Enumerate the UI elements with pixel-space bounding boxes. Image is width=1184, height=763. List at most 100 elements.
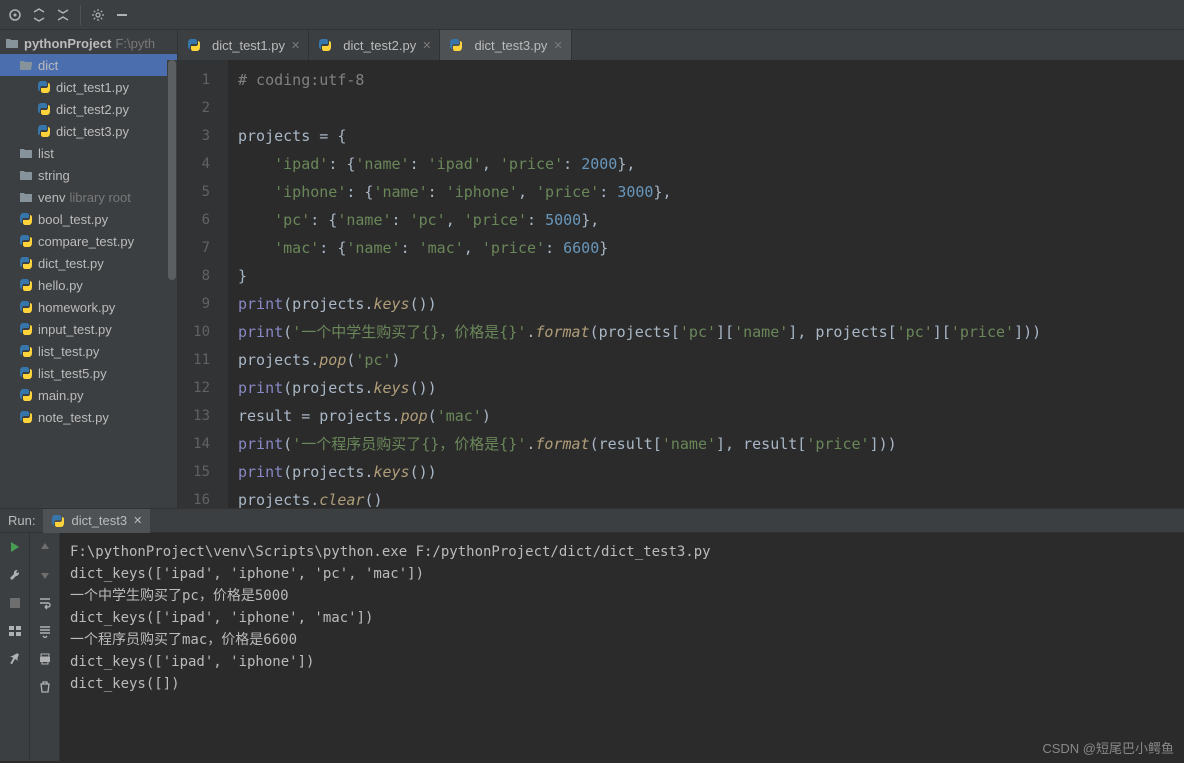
project-name: pythonProject [24, 36, 111, 51]
python-icon [18, 365, 34, 381]
tab-label: dict_test1.py [212, 38, 285, 53]
tree-label: note_test.py [38, 410, 109, 425]
stop-icon[interactable] [7, 595, 23, 611]
tree-file[interactable]: dict_test1.py [0, 76, 177, 98]
python-icon [186, 37, 202, 53]
tree-folder[interactable]: dict [0, 54, 177, 76]
tree-label: string [38, 168, 70, 183]
python-icon [317, 37, 333, 53]
close-icon[interactable]: ✕ [422, 39, 431, 52]
close-icon[interactable]: ✕ [553, 39, 562, 52]
tab-label: dict_test3.py [474, 38, 547, 53]
folder-icon [18, 57, 34, 73]
editor-tab[interactable]: dict_test2.py ✕ [309, 30, 440, 60]
python-icon [18, 211, 34, 227]
soft-wrap-icon[interactable] [37, 595, 53, 611]
run-label: Run: [8, 513, 35, 528]
tree-file[interactable]: hello.py [0, 274, 177, 296]
run-output[interactable]: F:\pythonProject\venv\Scripts\python.exe… [60, 533, 1184, 761]
tree-file[interactable]: dict_test3.py [0, 120, 177, 142]
pin-icon[interactable] [7, 651, 23, 667]
tree-label: homework.py [38, 300, 115, 315]
run-tab[interactable]: dict_test3 ✕ [43, 509, 150, 533]
python-icon [18, 277, 34, 293]
tree-file[interactable]: compare_test.py [0, 230, 177, 252]
tree-hint: library root [69, 190, 130, 205]
python-icon [36, 101, 52, 117]
scroll-to-end-icon[interactable] [37, 623, 53, 639]
python-icon [18, 409, 34, 425]
editor-tab[interactable]: dict_test3.py ✕ [440, 30, 571, 60]
tree-label: list_test5.py [38, 366, 107, 381]
run-header: Run: dict_test3 ✕ [0, 509, 1184, 533]
collapse-all-icon[interactable] [52, 4, 74, 26]
code-content[interactable]: # coding:utf-8 projects = { 'ipad': {'na… [228, 60, 1184, 508]
tree-file[interactable]: dict_test2.py [0, 98, 177, 120]
tree-label: list [38, 146, 54, 161]
wrench-icon[interactable] [7, 567, 23, 583]
expand-all-icon[interactable] [28, 4, 50, 26]
folder-icon [18, 189, 34, 205]
python-icon [18, 255, 34, 271]
python-icon [18, 343, 34, 359]
run-toolbar-outer [0, 533, 30, 761]
python-icon [18, 387, 34, 403]
tree-label: dict_test1.py [56, 80, 129, 95]
folder-icon [18, 167, 34, 183]
trash-icon[interactable] [37, 679, 53, 695]
run-panel: Run: dict_test3 ✕ F:\pythonProject\venv\… [0, 508, 1184, 761]
project-scrollbar[interactable] [167, 60, 177, 380]
run-tab-name: dict_test3 [71, 513, 127, 528]
layout-icon[interactable] [7, 623, 23, 639]
close-icon[interactable]: ✕ [291, 39, 300, 52]
tree-file[interactable]: homework.py [0, 296, 177, 318]
tree-label: dict_test.py [38, 256, 104, 271]
tree-label: input_test.py [38, 322, 112, 337]
folder-icon [4, 35, 20, 51]
tree-file[interactable]: note_test.py [0, 406, 177, 428]
tree-folder[interactable]: list [0, 142, 177, 164]
project-path: F:\pyth [115, 36, 155, 51]
python-icon [18, 233, 34, 249]
up-icon[interactable] [37, 539, 53, 555]
watermark: CSDN @短尾巴小鳄鱼 [1042, 738, 1174, 757]
settings-icon[interactable] [87, 4, 109, 26]
tree-label: compare_test.py [38, 234, 134, 249]
tree-label: hello.py [38, 278, 83, 293]
python-icon [18, 321, 34, 337]
editor-tabs: dict_test1.py✕dict_test2.py✕dict_test3.p… [178, 30, 1184, 60]
tree-folder[interactable]: venv library root [0, 186, 177, 208]
rerun-icon[interactable] [7, 539, 23, 555]
code-area[interactable]: 12345678910111213141516 # coding:utf-8 p… [178, 60, 1184, 508]
python-icon [448, 37, 464, 53]
python-icon [18, 299, 34, 315]
tree-label: bool_test.py [38, 212, 108, 227]
tree-label: dict_test3.py [56, 124, 129, 139]
top-toolbar [0, 0, 1184, 30]
down-icon[interactable] [37, 567, 53, 583]
tree-label: main.py [38, 388, 84, 403]
python-icon [51, 514, 65, 528]
select-opened-file-icon[interactable] [4, 4, 26, 26]
hide-icon[interactable] [111, 4, 133, 26]
run-toolbar-inner [30, 533, 60, 761]
tree-label: list_test.py [38, 344, 99, 359]
tree-file[interactable]: list_test.py [0, 340, 177, 362]
tree-file[interactable]: main.py [0, 384, 177, 406]
editor-tab[interactable]: dict_test1.py ✕ [178, 30, 309, 60]
tree-file[interactable]: dict_test.py [0, 252, 177, 274]
tab-label: dict_test2.py [343, 38, 416, 53]
tree-file[interactable]: input_test.py [0, 318, 177, 340]
line-gutter: 12345678910111213141516 [178, 60, 228, 508]
project-root[interactable]: pythonProject F:\pyth [0, 32, 177, 54]
python-icon [36, 79, 52, 95]
project-panel: pythonProject F:\pyth dict dict_test1.pyd… [0, 30, 178, 508]
tree-file[interactable]: list_test5.py [0, 362, 177, 384]
tree-label: dict_test2.py [56, 102, 129, 117]
tree-label: venv [38, 190, 65, 205]
tree-label: dict [38, 58, 58, 73]
tree-folder[interactable]: string [0, 164, 177, 186]
print-icon[interactable] [37, 651, 53, 667]
tree-file[interactable]: bool_test.py [0, 208, 177, 230]
close-icon[interactable]: ✕ [133, 514, 142, 527]
